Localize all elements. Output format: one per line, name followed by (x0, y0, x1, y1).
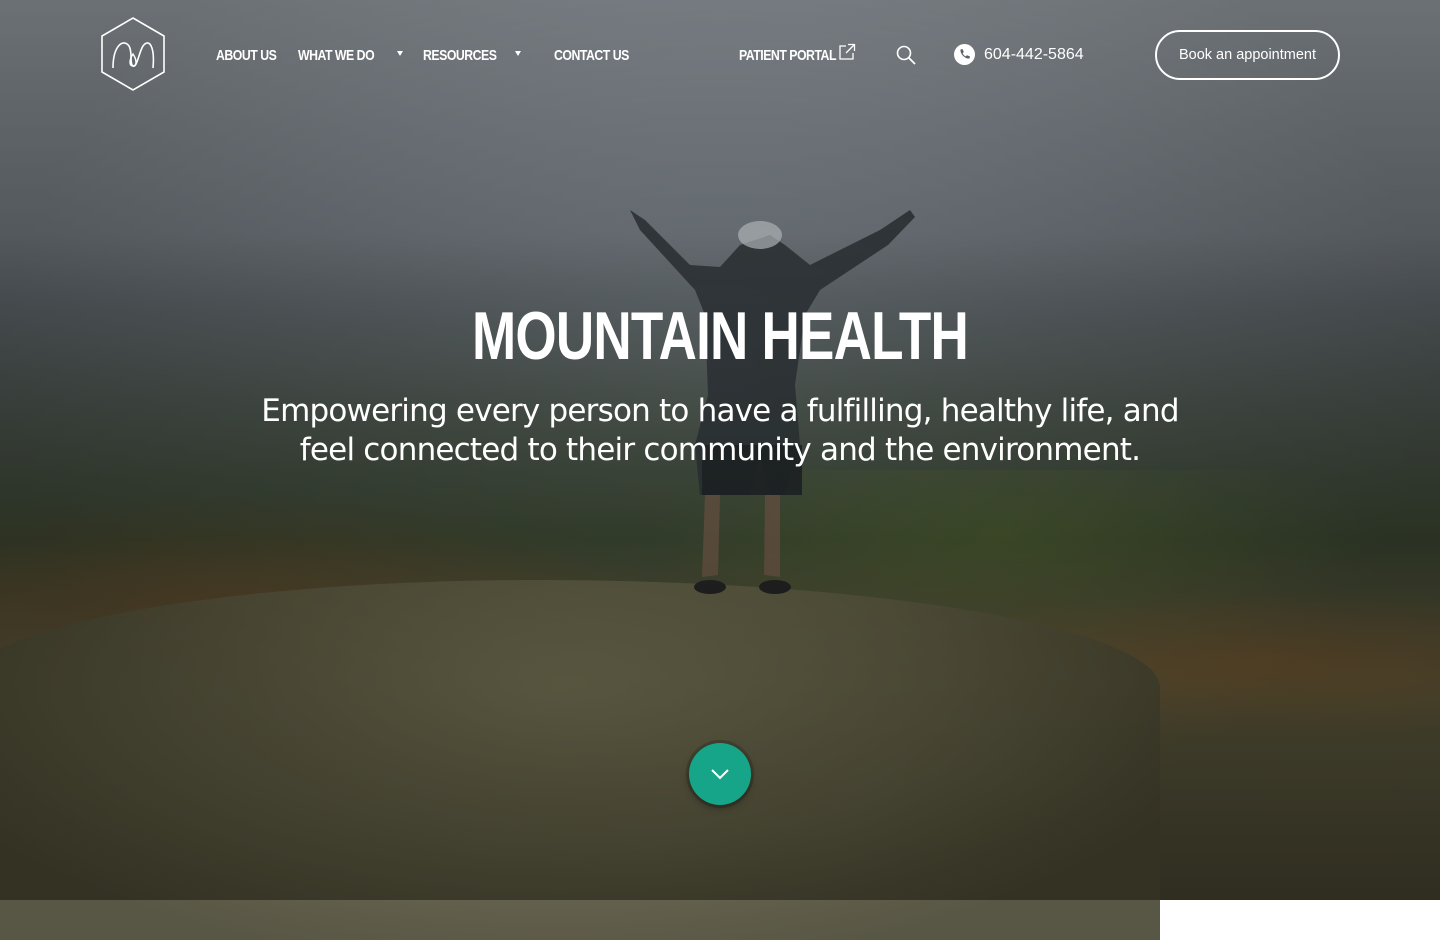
patient-portal-label[interactable]: PATIENT PORTAL (739, 47, 836, 64)
hero-title: MOUNTAIN HEALTH (471, 298, 969, 374)
phone-link[interactable]: 604-442-5864 (954, 44, 1084, 65)
hero-tagline-line1: Empowering every person to have a fulfil… (261, 393, 1179, 429)
nav-resources-label[interactable]: RESOURCES (423, 47, 497, 64)
nav-resources[interactable]: RESOURCES (423, 44, 513, 66)
phone-icon (954, 44, 975, 65)
scroll-down-button[interactable] (689, 743, 751, 805)
book-appointment-button[interactable]: Book an appointment (1155, 30, 1340, 80)
nav-contact-us[interactable]: CONTACT US (554, 44, 645, 66)
hero-title-wrap: MOUNTAIN HEALTH (0, 296, 1440, 376)
chevron-down-icon[interactable] (515, 51, 521, 56)
chevron-down-icon (711, 769, 729, 780)
search-icon[interactable] (895, 44, 917, 66)
chevron-down-icon[interactable] (397, 51, 403, 56)
nav-about-us[interactable]: ABOUT US (216, 44, 290, 66)
nav-contact-us-label[interactable]: CONTACT US (554, 47, 629, 64)
hero-tagline-line2: feel connected to their community and th… (299, 432, 1141, 468)
phone-number[interactable]: 604-442-5864 (984, 46, 1084, 64)
mountain-health-logo-icon[interactable] (99, 16, 167, 92)
nav-what-we-do-label[interactable]: WHAT WE DO (298, 47, 375, 64)
nav-what-we-do[interactable]: WHAT WE DO (298, 44, 391, 66)
external-link-icon[interactable] (838, 43, 856, 61)
nav-about-us-label[interactable]: ABOUT US (216, 47, 277, 64)
hero-tagline: Empowering every person to have a fulfil… (0, 392, 1440, 470)
